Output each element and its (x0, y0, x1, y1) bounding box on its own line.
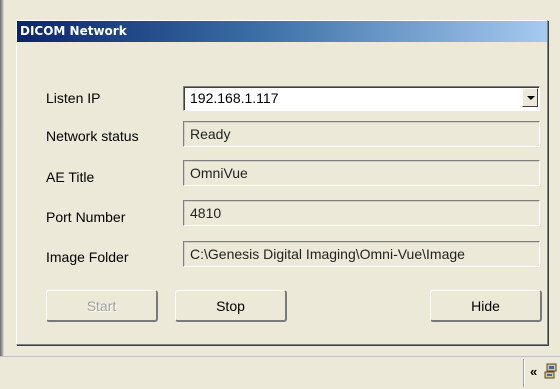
dropdown-button[interactable] (522, 88, 538, 107)
field-bevel (184, 201, 539, 225)
frame-edge (0, 0, 4, 388)
start-button[interactable]: Start (46, 290, 158, 322)
dicom-network-dialog: DICOM Network Listen IP 192.168.1.117 Ne… (16, 20, 548, 345)
taskbar: « (0, 356, 560, 389)
listen-ip-value: 192.168.1.117 (190, 90, 279, 106)
taskbar-separator (523, 359, 524, 387)
network-tray-icon[interactable] (544, 363, 558, 379)
ae-title-field[interactable]: OmniVue (183, 160, 540, 186)
desktop-frame: DICOM Network Listen IP 192.168.1.117 Ne… (0, 0, 560, 389)
hide-button[interactable]: Hide (430, 290, 542, 322)
network-status-value: Ready (190, 126, 231, 142)
listen-ip-select[interactable]: 192.168.1.117 (183, 86, 540, 111)
chevron-down-icon (527, 96, 535, 100)
chevron-left-icon[interactable]: « (530, 364, 537, 379)
network-status-label: Network status (46, 128, 139, 144)
stop-button[interactable]: Stop (175, 290, 287, 322)
port-number-value: 4810 (190, 205, 222, 221)
listen-ip-label: Listen IP (46, 90, 101, 106)
image-folder-label: Image Folder (46, 249, 129, 265)
port-number-field[interactable]: 4810 (183, 200, 540, 226)
port-number-label: Port Number (46, 209, 126, 225)
dialog-title: DICOM Network (20, 24, 127, 38)
image-folder-field[interactable]: C:\Genesis Digital Imaging\Omni-Vue\Imag… (183, 241, 540, 267)
image-folder-value: C:\Genesis Digital Imaging\Omni-Vue\Imag… (190, 246, 465, 262)
ae-title-label: AE Title (46, 169, 95, 185)
network-status-field: Ready (183, 121, 540, 147)
field-bevel (184, 122, 539, 146)
ae-title-value: OmniVue (190, 165, 248, 181)
dialog-titlebar[interactable]: DICOM Network (17, 21, 547, 42)
